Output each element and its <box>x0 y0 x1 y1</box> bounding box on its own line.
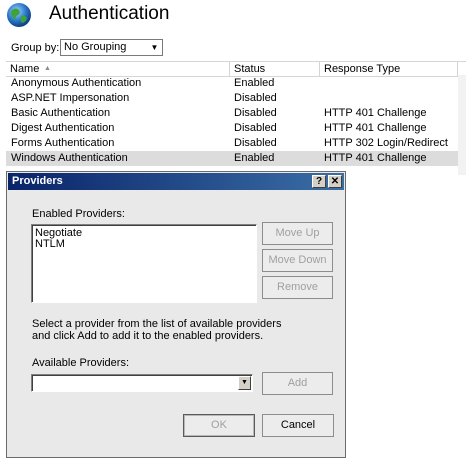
group-by-select[interactable]: No Grouping ▼ <box>60 39 163 56</box>
chevron-down-icon[interactable]: ▼ <box>148 41 161 54</box>
row-response-type: HTTP 401 Challenge <box>324 107 427 119</box>
instructions-line-2: and click Add to add it to the enabled p… <box>32 330 264 342</box>
list-item[interactable]: NTLM <box>35 239 65 250</box>
row-name: Anonymous Authentication <box>11 77 142 89</box>
table-row-selected[interactable]: Windows Authentication Enabled HTTP 401 … <box>6 151 458 166</box>
column-header-response-type[interactable]: Response Type <box>320 62 458 76</box>
ok-button[interactable]: OK <box>183 414 255 437</box>
column-header-label: Response Type <box>324 63 401 75</box>
row-name: Basic Authentication <box>11 107 111 119</box>
dialog-title: Providers <box>12 175 63 187</box>
table-row[interactable]: ASP.NET Impersonation Disabled <box>6 91 458 106</box>
providers-dialog: Providers ? ✕ Enabled Providers: Negotia… <box>6 171 346 458</box>
group-by-label: Group by: <box>11 42 60 54</box>
page-title: Authentication <box>49 3 170 24</box>
table-row[interactable]: Basic Authentication Disabled HTTP 401 C… <box>6 106 458 121</box>
close-button[interactable]: ✕ <box>328 175 342 188</box>
row-response-type: HTTP 401 Challenge <box>324 122 427 134</box>
move-down-button[interactable]: Move Down <box>262 249 333 272</box>
row-name: Digest Authentication <box>11 122 115 134</box>
available-providers-select[interactable]: ▼ <box>31 374 253 392</box>
enabled-providers-list[interactable]: Negotiate NTLM <box>31 224 257 303</box>
add-button[interactable]: Add <box>262 372 333 395</box>
table-row[interactable]: Forms Authentication Disabled HTTP 302 L… <box>6 136 458 151</box>
remove-button[interactable]: Remove <box>262 276 333 299</box>
column-header-status[interactable]: Status <box>230 62 320 76</box>
column-header-name[interactable]: Name ▲ <box>6 62 230 76</box>
row-name: Forms Authentication <box>11 137 115 149</box>
cancel-button[interactable]: Cancel <box>262 414 334 437</box>
table-row[interactable]: Anonymous Authentication Enabled <box>6 76 458 91</box>
row-status: Enabled <box>234 77 275 89</box>
list-scrollbar[interactable] <box>458 75 466 175</box>
row-status: Disabled <box>234 107 277 119</box>
column-header-label: Name <box>10 63 40 75</box>
list-header: Name ▲ Status Response Type <box>6 61 466 77</box>
sort-ascending-icon: ▲ <box>44 65 51 72</box>
globe-icon <box>6 2 32 28</box>
help-button[interactable]: ? <box>312 175 326 188</box>
row-status: Disabled <box>234 92 277 104</box>
row-status: Disabled <box>234 137 277 149</box>
row-status: Enabled <box>234 152 275 164</box>
row-response-type: HTTP 302 Login/Redirect <box>324 137 448 149</box>
row-status: Disabled <box>234 122 277 134</box>
row-name: Windows Authentication <box>11 152 128 164</box>
column-header-label: Status <box>234 63 266 75</box>
dialog-title-bar[interactable]: Providers ? ✕ <box>8 173 344 190</box>
move-up-button[interactable]: Move Up <box>262 222 333 245</box>
enabled-providers-label: Enabled Providers: <box>32 208 125 220</box>
table-row[interactable]: Digest Authentication Disabled HTTP 401 … <box>6 121 458 136</box>
group-by-value: No Grouping <box>64 41 127 53</box>
row-name: ASP.NET Impersonation <box>11 92 130 104</box>
chevron-down-icon[interactable]: ▼ <box>238 376 251 390</box>
row-response-type: HTTP 401 Challenge <box>324 152 427 164</box>
available-providers-label: Available Providers: <box>32 357 130 369</box>
